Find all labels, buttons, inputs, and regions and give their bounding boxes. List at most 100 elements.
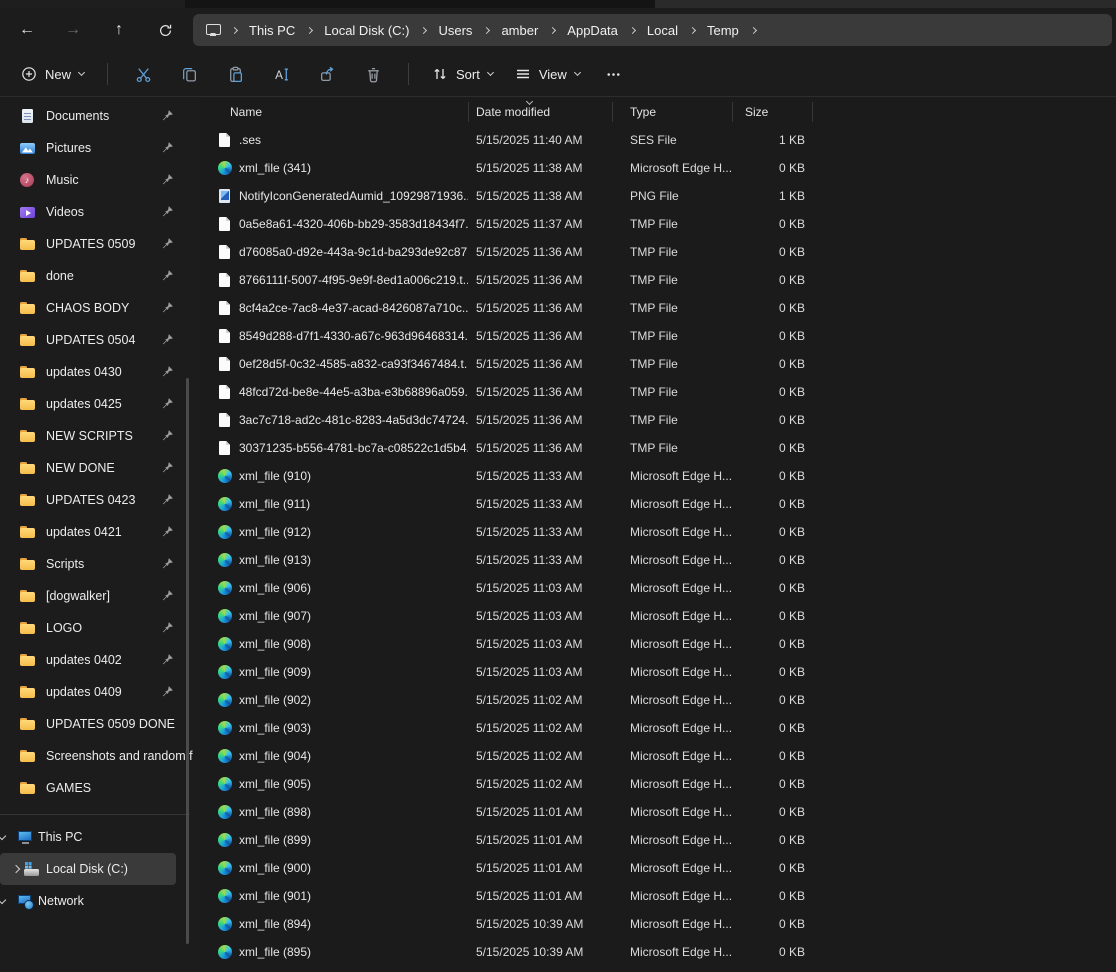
breadcrumb-chevron-icon[interactable] (231, 26, 238, 33)
back-button[interactable]: ← (8, 14, 46, 46)
paste-button[interactable] (212, 57, 258, 91)
column-separator[interactable] (468, 102, 469, 122)
sidebar-item-new-done[interactable]: NEW DONE (0, 452, 200, 484)
table-row[interactable]: xml_file (898)5/15/2025 11:01 AMMicrosof… (200, 798, 1116, 826)
table-row[interactable]: xml_file (912)5/15/2025 11:33 AMMicrosof… (200, 518, 1116, 546)
sidebar-item-scripts[interactable]: Scripts (0, 548, 200, 580)
sidebar-item-updates-0421[interactable]: updates 0421 (0, 516, 200, 548)
table-row[interactable]: xml_file (905)5/15/2025 11:02 AMMicrosof… (200, 770, 1116, 798)
sidebar-item-updates-0402[interactable]: updates 0402 (0, 644, 200, 676)
sidebar-item-updates-0509-done[interactable]: UPDATES 0509 DONE (0, 708, 200, 740)
table-row[interactable]: .ses5/15/2025 11:40 AMSES File1 KB (200, 126, 1116, 154)
table-row[interactable]: xml_file (900)5/15/2025 11:01 AMMicrosof… (200, 854, 1116, 882)
sidebar-scrollbar-thumb[interactable] (186, 378, 189, 944)
refresh-button[interactable] (146, 14, 184, 46)
up-button[interactable]: ↑ (100, 14, 138, 46)
sidebar-item-chaos-body[interactable]: CHAOS BODY (0, 292, 200, 324)
sidebar-item-music[interactable]: Music (0, 164, 200, 196)
table-row[interactable]: xml_file (906)5/15/2025 11:03 AMMicrosof… (200, 574, 1116, 602)
cut-button[interactable] (120, 57, 166, 91)
sidebar-item-updates-0509[interactable]: UPDATES 0509 (0, 228, 200, 260)
copy-button[interactable] (166, 57, 212, 91)
sidebar-item--dogwalker-[interactable]: [dogwalker] (0, 580, 200, 612)
table-row[interactable]: NotifyIconGeneratedAumid_10929871936...5… (200, 182, 1116, 210)
table-row[interactable]: xml_file (913)5/15/2025 11:33 AMMicrosof… (200, 546, 1116, 574)
share-button[interactable] (304, 57, 350, 91)
sidebar-tree-item-network[interactable]: Network (0, 885, 200, 917)
table-row[interactable]: 8766111f-5007-4f95-9e9f-8ed1a006c219.t..… (200, 266, 1116, 294)
chevron-down-icon[interactable] (0, 832, 6, 840)
sidebar-item-updates-0430[interactable]: updates 0430 (0, 356, 200, 388)
table-row[interactable]: xml_file (910)5/15/2025 11:33 AMMicrosof… (200, 462, 1116, 490)
breadcrumb-chevron-icon[interactable] (689, 26, 696, 33)
breadcrumb-chevron-icon[interactable] (483, 26, 490, 33)
table-row[interactable]: xml_file (911)5/15/2025 11:33 AMMicrosof… (200, 490, 1116, 518)
column-separator[interactable] (732, 102, 733, 122)
breadcrumb-chevron-icon[interactable] (420, 26, 427, 33)
breadcrumb-item[interactable]: Local Disk (C:) (322, 21, 411, 40)
table-row[interactable]: xml_file (895)5/15/2025 10:39 AMMicrosof… (200, 938, 1116, 966)
breadcrumb-item[interactable]: Temp (705, 21, 741, 40)
column-header-date-modified[interactable]: Date modified (468, 105, 612, 119)
sidebar-item-videos[interactable]: Videos (0, 196, 200, 228)
sidebar-item-new-scripts[interactable]: NEW SCRIPTS (0, 420, 200, 452)
table-row[interactable]: d76085a0-d92e-443a-9c1d-ba293de92c87...5… (200, 238, 1116, 266)
sidebar-tree-item-local-disk-c-[interactable]: Local Disk (C:) (0, 853, 176, 885)
table-row[interactable]: xml_file (894)5/15/2025 10:39 AMMicrosof… (200, 910, 1116, 938)
sidebar-item-games[interactable]: GAMES (0, 772, 200, 804)
file-name-cell: xml_file (905) (200, 776, 468, 792)
table-row[interactable]: xml_file (904)5/15/2025 11:02 AMMicrosof… (200, 742, 1116, 770)
delete-button[interactable] (350, 57, 396, 91)
breadcrumb-item[interactable]: This PC (247, 21, 297, 40)
table-row[interactable]: 0ef28d5f-0c32-4585-a832-ca93f3467484.t..… (200, 350, 1116, 378)
table-row[interactable]: xml_file (901)5/15/2025 11:01 AMMicrosof… (200, 882, 1116, 910)
column-header-size[interactable]: Size (732, 105, 812, 119)
breadcrumb-chevron-icon[interactable] (629, 26, 636, 33)
chevron-right-icon[interactable] (12, 865, 20, 873)
sidebar-tree-item-this-pc[interactable]: This PC (0, 821, 200, 853)
breadcrumb-item[interactable]: AppData (565, 21, 620, 40)
breadcrumb-item[interactable]: Users (436, 21, 474, 40)
share-icon (319, 66, 336, 83)
table-row[interactable]: xml_file (899)5/15/2025 11:01 AMMicrosof… (200, 826, 1116, 854)
table-row[interactable]: 8549d288-d7f1-4330-a67c-963d96468314....… (200, 322, 1116, 350)
table-row[interactable]: 30371235-b556-4781-bc7a-c08522c1d5b4...5… (200, 434, 1116, 462)
table-row[interactable]: xml_file (909)5/15/2025 11:03 AMMicrosof… (200, 658, 1116, 686)
view-button[interactable]: View (504, 57, 591, 91)
table-row[interactable]: 8cf4a2ce-7ac8-4e37-acad-8426087a710c....… (200, 294, 1116, 322)
forward-button[interactable]: → (54, 14, 92, 46)
sidebar-item-screenshots-and-random-f[interactable]: Screenshots and random f (0, 740, 200, 772)
column-separator[interactable] (812, 102, 813, 122)
file-type: Microsoft Edge H... (612, 161, 732, 175)
column-header-type[interactable]: Type (612, 105, 732, 119)
table-row[interactable]: xml_file (908)5/15/2025 11:03 AMMicrosof… (200, 630, 1116, 658)
chevron-down-icon[interactable] (0, 896, 6, 904)
sort-button[interactable]: Sort (421, 57, 504, 91)
column-separator[interactable] (612, 102, 613, 122)
sidebar-item-logo[interactable]: LOGO (0, 612, 200, 644)
breadcrumb-chevron-icon[interactable] (549, 26, 556, 33)
breadcrumb-item[interactable]: Local (645, 21, 680, 40)
table-row[interactable]: xml_file (902)5/15/2025 11:02 AMMicrosof… (200, 686, 1116, 714)
new-button[interactable]: New (10, 57, 95, 91)
sidebar-item-updates-0409[interactable]: updates 0409 (0, 676, 200, 708)
table-row[interactable]: 3ac7c718-ad2c-481c-8283-4a5d3dc74724...5… (200, 406, 1116, 434)
sidebar-item-documents[interactable]: Documents (0, 100, 200, 132)
table-row[interactable]: xml_file (903)5/15/2025 11:02 AMMicrosof… (200, 714, 1116, 742)
address-bar[interactable]: This PC Local Disk (C:) Users amber AppData L… (193, 14, 1112, 46)
sidebar-item-updates-0423[interactable]: UPDATES 0423 (0, 484, 200, 516)
table-row[interactable]: xml_file (907)5/15/2025 11:03 AMMicrosof… (200, 602, 1116, 630)
breadcrumb-chevron-icon[interactable] (750, 26, 757, 33)
sidebar-item-done[interactable]: done (0, 260, 200, 292)
column-header-name[interactable]: Name (200, 105, 468, 119)
more-button[interactable] (591, 57, 637, 91)
breadcrumb-item[interactable]: amber (499, 21, 540, 40)
breadcrumb-chevron-icon[interactable] (306, 26, 313, 33)
table-row[interactable]: 48fcd72d-be8e-44e5-a3ba-e3b68896a059...5… (200, 378, 1116, 406)
table-row[interactable]: xml_file (341)5/15/2025 11:38 AMMicrosof… (200, 154, 1116, 182)
table-row[interactable]: 0a5e8a61-4320-406b-bb29-3583d18434f7....… (200, 210, 1116, 238)
sidebar-item-updates-0425[interactable]: updates 0425 (0, 388, 200, 420)
rename-button[interactable]: A (258, 57, 304, 91)
sidebar-item-pictures[interactable]: Pictures (0, 132, 200, 164)
sidebar-item-updates-0504[interactable]: UPDATES 0504 (0, 324, 200, 356)
